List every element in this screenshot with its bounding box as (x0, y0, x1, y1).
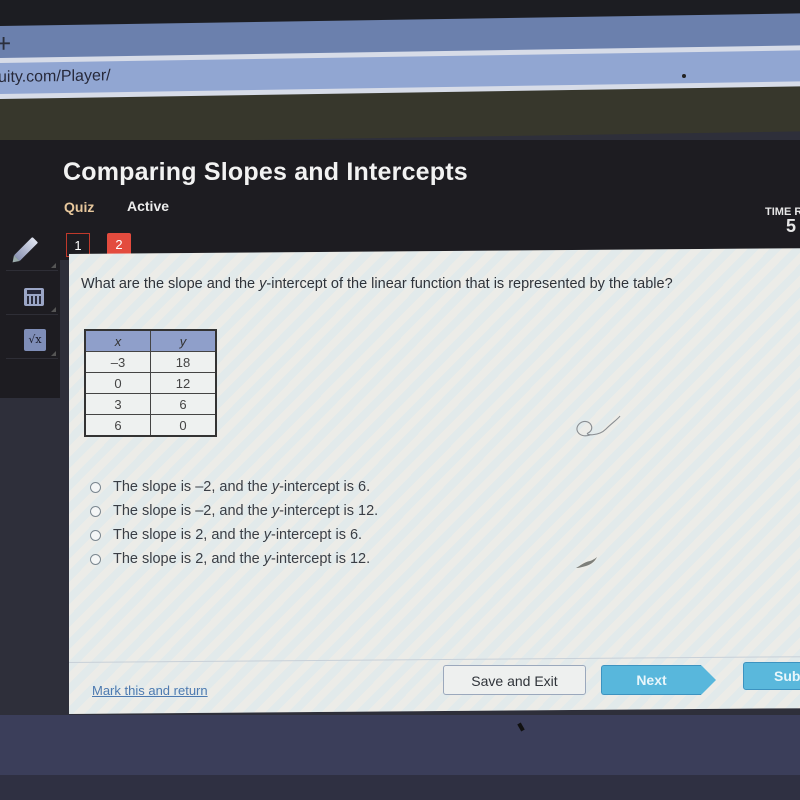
question-text-part: -intercept of the linear function that i… (266, 276, 673, 292)
answer-options: The slope is –2, and the y-intercept is … (90, 475, 378, 571)
table-row: –3 18 (84, 351, 217, 373)
save-and-exit-button[interactable]: Save and Exit (443, 665, 586, 695)
url-text: uity.com/Player/ (0, 67, 111, 87)
submit-button[interactable]: Submit (743, 662, 800, 690)
option-text: The slope is 2, and the y-intercept is 6… (113, 527, 362, 543)
table-row: 6 0 (84, 414, 217, 437)
time-remaining-value: 5 (786, 216, 797, 236)
answer-option-1[interactable]: The slope is –2, and the y-intercept is … (90, 475, 378, 499)
answer-option-3[interactable]: The slope is 2, and the y-intercept is 6… (90, 523, 378, 547)
calculator-keys (27, 296, 41, 304)
option-text-part: -intercept is 6. (271, 527, 363, 543)
answer-option-2[interactable]: The slope is –2, and the y-intercept is … (90, 499, 378, 523)
table-cell: 6 (84, 414, 151, 437)
calculator-screen (27, 290, 41, 294)
page-title: Comparing Slopes and Intercepts (63, 158, 468, 186)
table-header-row: x y (84, 329, 217, 352)
table-cell: 3 (84, 393, 151, 415)
table-header-x: x (84, 329, 151, 352)
radio-button[interactable] (90, 529, 101, 541)
table-cell: 0 (150, 414, 217, 437)
option-text-part: -intercept is 12. (271, 551, 371, 567)
option-text: The slope is –2, and the y-intercept is … (113, 503, 378, 519)
option-text-part: -intercept is 12. (279, 503, 379, 519)
question-text: What are the slope and the y-intercept o… (81, 276, 673, 292)
radio-button[interactable] (90, 505, 101, 517)
table-cell: 0 (84, 372, 151, 394)
option-text-part: The slope is 2, and the (113, 551, 264, 567)
table-cell: 18 (150, 351, 217, 373)
option-text: The slope is –2, and the y-intercept is … (113, 479, 370, 495)
option-variable: y (263, 551, 271, 567)
expand-corner-icon (51, 263, 56, 268)
option-variable: y (271, 479, 280, 495)
mark-and-return-link[interactable]: Mark this and return (92, 683, 208, 698)
footer-divider (69, 656, 800, 663)
radio-button[interactable] (90, 553, 101, 565)
table-row: 3 6 (84, 393, 217, 415)
calculator-icon[interactable] (24, 288, 44, 306)
table-row: 0 12 (84, 372, 217, 394)
radio-button[interactable] (90, 481, 101, 493)
activity-type-label: Quiz (64, 199, 95, 215)
option-text-part: -intercept is 6. (279, 479, 371, 495)
next-arrow-icon (701, 664, 716, 695)
option-variable: y (263, 527, 271, 543)
next-button[interactable]: Next (601, 664, 716, 695)
screen-speck (682, 74, 686, 78)
next-label: Next (636, 672, 667, 688)
option-text-part: The slope is –2, and the (113, 503, 272, 519)
pen-scribble (576, 415, 621, 437)
option-variable: y (271, 503, 280, 519)
table-cell: 6 (150, 393, 217, 415)
option-text-part: The slope is 2, and the (113, 527, 264, 543)
table-cell: 12 (150, 372, 217, 394)
activity-status-label: Active (127, 198, 170, 214)
screen-smudge (576, 557, 597, 568)
expand-corner-icon (51, 351, 56, 356)
option-text: The slope is 2, and the y-intercept is 1… (113, 551, 370, 567)
square-root-icon[interactable]: √x (24, 329, 46, 351)
table-cell: –3 (84, 351, 151, 373)
values-table: x y –3 18 0 12 3 6 6 0 (84, 329, 217, 437)
screen-bezel-bottom (0, 775, 800, 800)
answer-option-4[interactable]: The slope is 2, and the y-intercept is 1… (90, 547, 378, 571)
table-header-y: y (150, 329, 217, 352)
plus-icon[interactable]: + (0, 28, 11, 58)
question-text-part: What are the slope and the (81, 276, 260, 292)
tool-sidebar (0, 228, 60, 398)
option-text-part: The slope is –2, and the (113, 479, 272, 495)
expand-corner-icon (51, 307, 56, 312)
